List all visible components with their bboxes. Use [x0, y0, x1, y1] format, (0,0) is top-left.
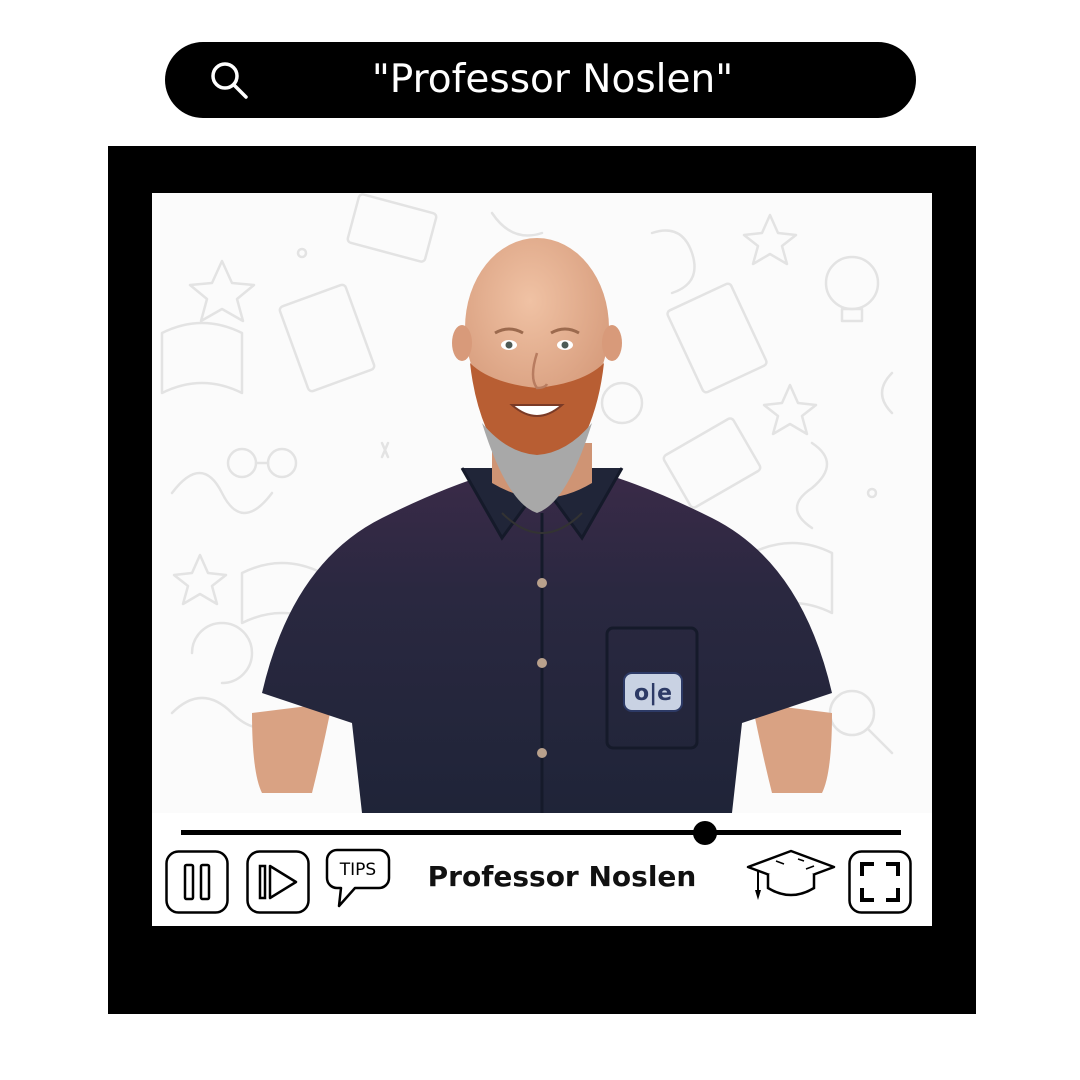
- video-player: o|e TIPS Professor Noslen: [108, 146, 976, 1014]
- tips-label: TIPS: [339, 860, 376, 880]
- pause-icon[interactable]: [165, 850, 229, 914]
- progress-handle[interactable]: [693, 821, 718, 845]
- video-controls: TIPS Professor Noslen: [152, 813, 932, 926]
- tips-bubble-icon[interactable]: TIPS: [325, 847, 391, 909]
- play-icon[interactable]: [246, 850, 310, 914]
- search-query[interactable]: "Professor Noslen": [165, 42, 916, 118]
- video-screen[interactable]: o|e TIPS Professor Noslen: [152, 193, 932, 926]
- presenter-photo: o|e: [252, 238, 832, 813]
- search-bar[interactable]: "Professor Noslen": [165, 42, 916, 118]
- graduation-cap-icon[interactable]: [746, 849, 836, 903]
- shirt-logo: o|e: [634, 681, 672, 706]
- fullscreen-icon[interactable]: [848, 850, 912, 914]
- progress-bar[interactable]: [181, 830, 901, 835]
- video-title: Professor Noslen: [427, 860, 697, 893]
